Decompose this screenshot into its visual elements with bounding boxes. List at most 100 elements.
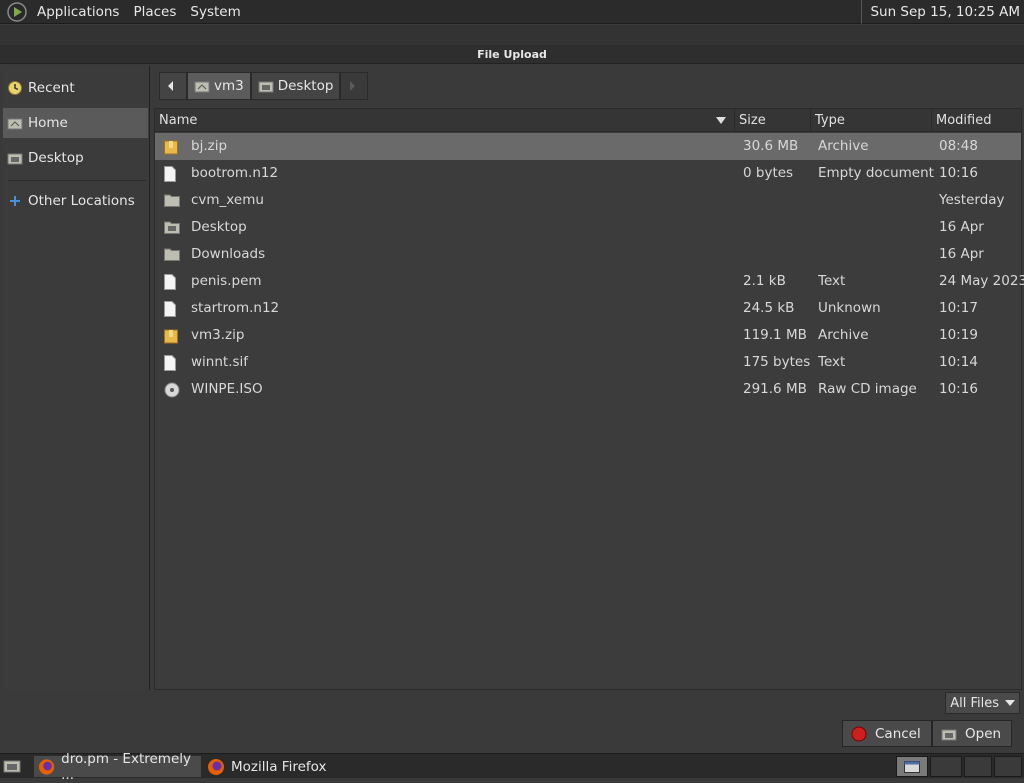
file-chooser-main: vm3 Desktop Name Size Type Modified bj.z… [152, 66, 1024, 690]
applications-menu[interactable]: Applications [30, 0, 126, 24]
taskbar-item-firefox[interactable]: Mozilla Firefox [203, 756, 363, 777]
dialog-footer: All Files Cancel Open [0, 690, 1024, 752]
file-row[interactable]: Downloads 16 Apr [155, 241, 1021, 268]
path-crumb-desktop[interactable]: Desktop [250, 72, 341, 100]
file-row[interactable]: bj.zip 30.6 MB Archive 08:48 [155, 133, 1021, 160]
file-modified: 24 May 2023 [939, 273, 1024, 289]
file-row[interactable]: Desktop 16 Apr [155, 214, 1021, 241]
path-bar: vm3 Desktop [159, 72, 369, 100]
recent-icon [8, 81, 22, 95]
file-type: Empty document [818, 165, 934, 181]
file-size: 24.5 kB [743, 300, 795, 316]
path-back-button[interactable] [159, 72, 187, 100]
column-header-modified[interactable]: Modified [932, 109, 1021, 132]
file-size: 119.1 MB [743, 327, 807, 343]
document-icon [164, 166, 176, 186]
places-menu[interactable]: Places [126, 0, 183, 24]
file-modified: 10:16 [939, 381, 978, 397]
background-window [0, 25, 1024, 45]
firefox-icon [38, 758, 55, 775]
column-header-label: Type [815, 113, 845, 128]
document-icon [164, 301, 176, 321]
sidebar-item-label: Desktop [28, 150, 84, 166]
panel-menu: Applications Places System [0, 0, 248, 24]
file-modified: 10:14 [939, 354, 978, 370]
plus-icon [10, 196, 20, 206]
sidebar-item-recent[interactable]: Recent [3, 73, 148, 103]
file-name: cvm_xemu [191, 192, 264, 208]
file-row[interactable]: bootrom.n12 0 bytes Empty document 10:16 [155, 160, 1021, 187]
places-sidebar: Recent Home Desktop Other Locations [2, 66, 150, 690]
sort-descending-icon [716, 117, 726, 124]
column-header-label: Modified [936, 113, 992, 128]
open-button-label: Open [965, 725, 1002, 742]
dialog-titlebar[interactable]: File Upload [0, 45, 1024, 64]
file-row[interactable]: penis.pem 2.1 kB Text 24 May 2023 [155, 268, 1024, 295]
sidebar-item-label: Other Locations [28, 193, 135, 209]
file-row[interactable]: startrom.n12 24.5 kB Unknown 10:17 [155, 295, 1021, 322]
sidebar-item-home[interactable]: Home [3, 108, 148, 138]
file-size: 175 bytes [743, 354, 811, 370]
dialog-title: File Upload [477, 48, 547, 61]
file-size: 291.6 MB [743, 381, 807, 397]
taskbar-item-label: Mozilla Firefox [231, 758, 327, 775]
workspace-4[interactable] [994, 756, 1022, 777]
file-row[interactable]: WINPE.ISO 291.6 MB Raw CD image 10:16 [155, 376, 1021, 403]
file-size: 0 bytes [743, 165, 794, 181]
clock[interactable]: Sun Sep 15, 10:25 AM [861, 0, 1020, 24]
column-header-label: Name [159, 113, 198, 128]
sidebar-item-other-locations[interactable]: Other Locations [3, 186, 148, 216]
open-button[interactable]: Open [932, 720, 1013, 747]
workspace-2[interactable] [930, 756, 962, 777]
distro-logo-icon[interactable] [6, 1, 28, 23]
file-type: Unknown [818, 300, 881, 316]
file-name: Downloads [191, 246, 266, 262]
document-icon [164, 274, 176, 294]
workspace-3[interactable] [964, 756, 992, 777]
sidebar-separator [8, 180, 146, 181]
document-icon [164, 355, 176, 375]
file-row[interactable]: cvm_xemu Yesterday [155, 187, 1021, 214]
path-forward-button[interactable] [340, 72, 369, 100]
column-header-label: Size [739, 113, 766, 128]
taskbar-item-dro-pm[interactable]: dro.pm - Extremely ... [34, 751, 201, 783]
file-type: Text [818, 354, 846, 370]
workspace-switcher[interactable] [896, 756, 928, 777]
column-header-name[interactable]: Name [155, 109, 735, 132]
file-modified: Yesterday [939, 192, 1005, 208]
desktop-folder-icon [258, 81, 274, 93]
file-filter-select[interactable]: All Files [945, 692, 1020, 714]
file-modified: 10:19 [939, 327, 978, 343]
path-crumb-label: vm3 [214, 78, 244, 94]
cancel-icon [851, 726, 867, 741]
file-modified: 08:48 [939, 138, 978, 154]
column-header-size[interactable]: Size [735, 109, 811, 132]
firefox-icon [208, 758, 224, 775]
file-row[interactable]: winnt.sif 175 bytes Text 10:14 [155, 349, 1021, 376]
top-panel: Applications Places System Sun Sep 15, 1… [0, 0, 1024, 24]
folder-icon [164, 193, 180, 211]
column-header-type[interactable]: Type [811, 109, 932, 132]
file-list[interactable]: Name Size Type Modified bj.zip 30.6 MB Arc… [154, 108, 1024, 690]
archive-icon [164, 139, 178, 159]
file-name: winnt.sif [191, 354, 249, 370]
file-modified: 10:16 [939, 165, 978, 181]
path-crumb-vm3[interactable]: vm3 [187, 72, 251, 100]
file-filter-value: All Files [950, 695, 999, 711]
cancel-button[interactable]: Cancel [842, 720, 932, 747]
folder-icon [164, 247, 180, 265]
show-desktop-icon[interactable] [3, 758, 21, 774]
file-modified: 16 Apr [939, 246, 984, 262]
file-row[interactable]: vm3.zip 119.1 MB Archive 10:19 [155, 322, 1021, 349]
system-menu[interactable]: System [183, 0, 247, 24]
file-name: startrom.n12 [191, 300, 280, 316]
file-name: WINPE.ISO [191, 381, 263, 397]
sidebar-item-desktop[interactable]: Desktop [3, 143, 148, 173]
desktop-folder-icon [164, 220, 180, 238]
archive-icon [164, 328, 178, 348]
home-icon [194, 81, 210, 93]
workspace-icon [904, 761, 920, 773]
file-modified: 10:17 [939, 300, 978, 316]
file-name: bootrom.n12 [191, 165, 279, 181]
sidebar-item-label: Home [28, 115, 68, 131]
